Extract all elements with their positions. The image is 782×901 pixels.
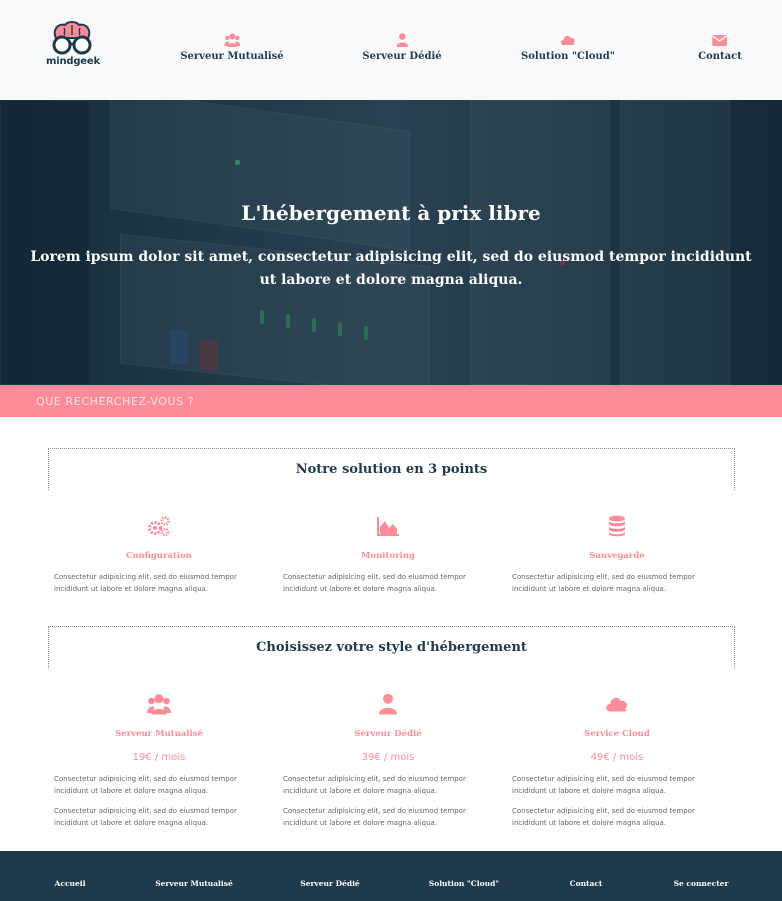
cloud-icon (560, 35, 575, 45)
plan-serveur-dedie[interactable]: Serveur Dédié 39€ / mois Consectetur adi… (283, 693, 493, 829)
nav-serveur-mutualise[interactable]: Serveur Mutualisé (180, 33, 284, 62)
plan-text: Consectetur adipisicing elit, sed do eiu… (512, 775, 695, 795)
user-icon (395, 33, 408, 47)
plan-text: Consectetur adipisicing elit, sed do eiu… (512, 807, 695, 827)
feature-title: Monitoring (361, 551, 415, 561)
site-footer: Accueil Serveur Mutualisé Serveur Dédié … (0, 851, 782, 901)
logo-text: mindgeek (46, 56, 100, 67)
plan-title: Service Cloud (584, 729, 650, 739)
site-header: mindgeek Serveur Mutualisé Serveur Dédié… (0, 0, 782, 100)
footer-link-contact[interactable]: Contact (570, 879, 603, 888)
plan-text: Consectetur adipisicing elit, sed do eiu… (283, 807, 466, 827)
nav-serveur-dedie[interactable]: Serveur Dédié (362, 33, 442, 62)
nav-label: Contact (698, 51, 742, 62)
feature-sauvegarde: Sauvegarde Consectetur adipisicing elit,… (512, 515, 722, 595)
plan-service-cloud[interactable]: Service Cloud 49€ / mois Consectetur adi… (512, 693, 722, 829)
footer-link-serveur-mutualise[interactable]: Serveur Mutualisé (155, 879, 233, 888)
users-icon (223, 33, 240, 47)
footer-link-se-connecter[interactable]: Se connecter (674, 879, 729, 888)
area-chart-icon (377, 517, 399, 536)
feature-text: Consectetur adipisicing elit, sed do eiu… (283, 573, 466, 593)
nav-label: Serveur Mutualisé (180, 51, 284, 62)
nav-label: Serveur Dédié (362, 51, 442, 62)
plan-title: Serveur Mutualisé (115, 729, 203, 739)
plan-price: 19€ / mois (132, 752, 186, 763)
search-bar (0, 385, 782, 417)
plans-title: Choisissez votre style d'hébergement (256, 640, 527, 655)
nav-solution-cloud[interactable]: Solution "Cloud" (521, 33, 615, 62)
user-icon (379, 693, 397, 715)
feature-text: Consectetur adipisicing elit, sed do eiu… (512, 573, 695, 593)
gears-icon (148, 516, 170, 537)
hero-banner: L'hébergement à prix libre Lorem ipsum d… (0, 100, 782, 385)
users-icon (147, 694, 171, 715)
footer-link-accueil[interactable]: Accueil (55, 879, 86, 888)
hero-subtitle: Lorem ipsum dolor sit amet, consectetur … (30, 249, 752, 288)
envelope-icon (712, 35, 728, 46)
footer-link-serveur-dedie[interactable]: Serveur Dédié (300, 879, 359, 888)
plan-title: Serveur Dédié (354, 729, 422, 739)
plan-text: Consectetur adipisicing elit, sed do eiu… (54, 775, 237, 795)
plan-text: Consectetur adipisicing elit, sed do eiu… (283, 775, 466, 795)
plan-text: Consectetur adipisicing elit, sed do eiu… (54, 807, 237, 827)
nav-label: Solution "Cloud" (521, 51, 615, 62)
mindgeek-logo[interactable]: mindgeek (46, 20, 100, 72)
feature-title: Configuration (126, 551, 192, 561)
features-section-header: Notre solution en 3 points (48, 448, 735, 490)
feature-monitoring: Monitoring Consectetur adipisicing elit,… (283, 515, 493, 595)
nav-contact[interactable]: Contact (698, 33, 742, 62)
hero-title: L'hébergement à prix libre (241, 201, 541, 225)
search-input[interactable] (36, 391, 736, 411)
brain-glasses-icon (52, 21, 92, 55)
plan-serveur-mutualise[interactable]: Serveur Mutualisé 19€ / mois Consectetur… (54, 693, 264, 829)
plan-price: 39€ / mois (361, 752, 415, 763)
cloud-icon (606, 697, 627, 712)
plan-price: 49€ / mois (590, 752, 644, 763)
database-icon (609, 515, 625, 537)
features-title: Notre solution en 3 points (295, 462, 488, 477)
plans-section-header: Choisissez votre style d'hébergement (48, 626, 735, 668)
feature-title: Sauvegarde (589, 551, 645, 561)
feature-configuration: Configuration Consectetur adipisicing el… (54, 515, 264, 595)
footer-link-solution-cloud[interactable]: Solution "Cloud" (429, 879, 499, 888)
feature-text: Consectetur adipisicing elit, sed do eiu… (54, 573, 237, 593)
